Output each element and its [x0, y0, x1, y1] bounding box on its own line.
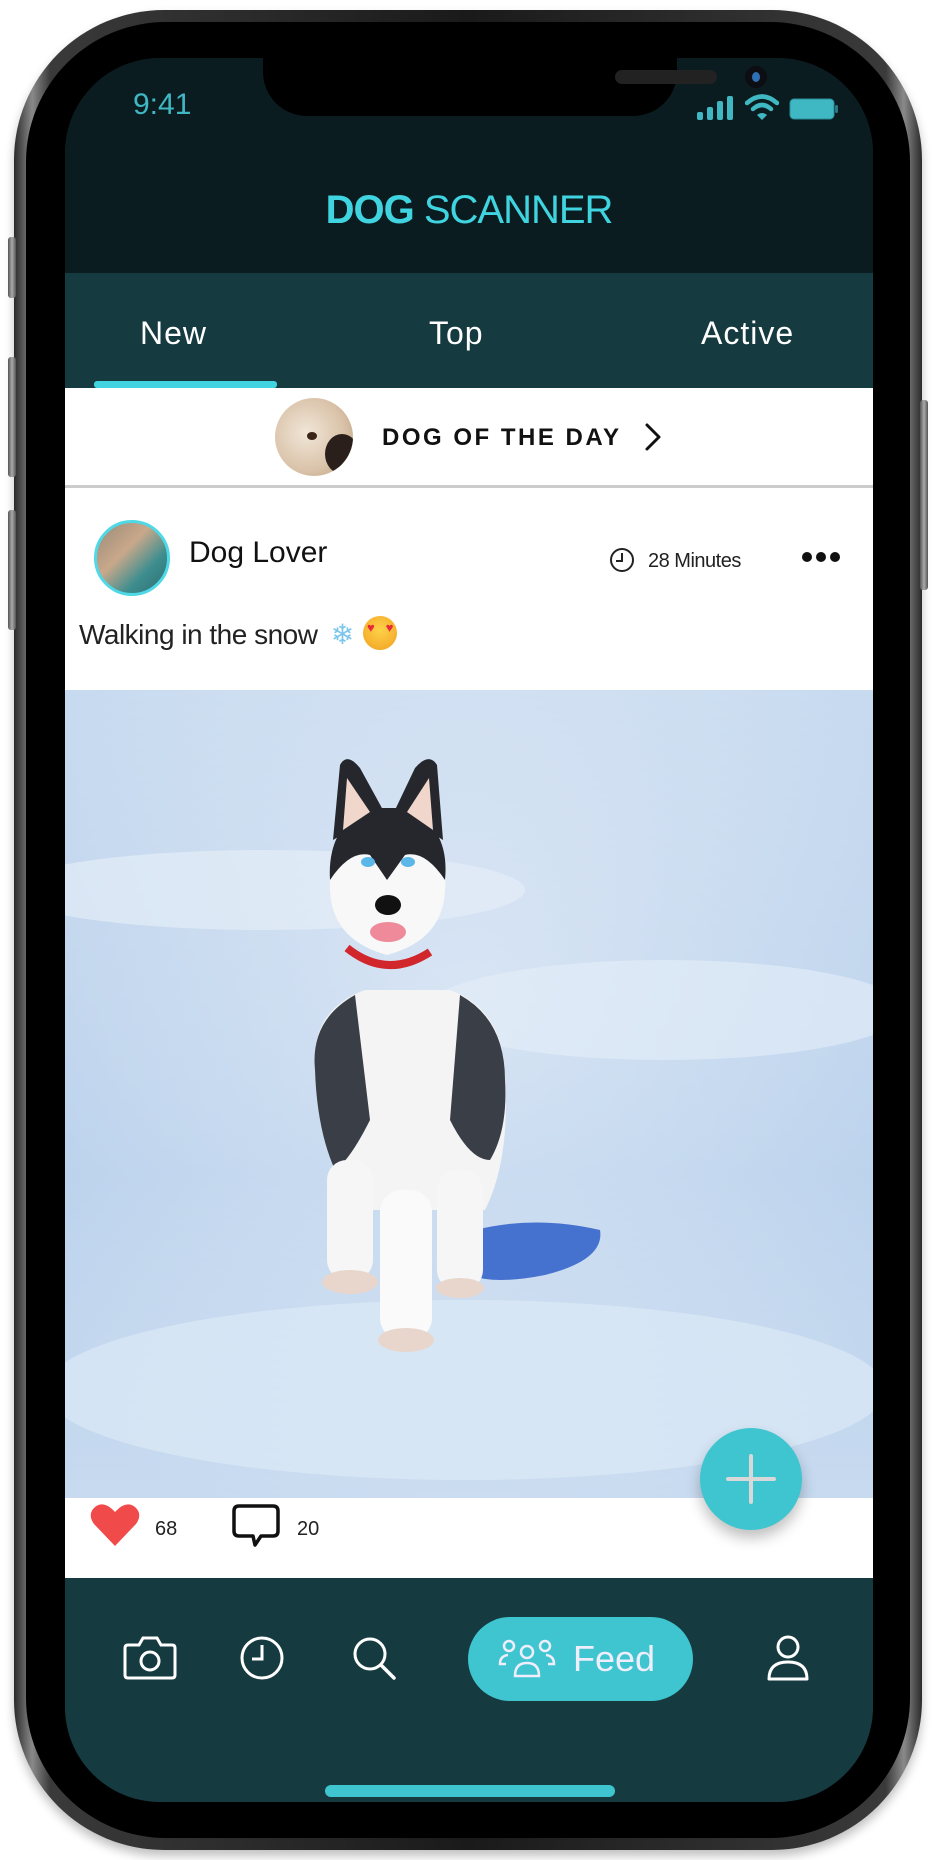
user-icon[interactable]: [765, 1634, 811, 1682]
app-title: DOG SCANNER: [65, 188, 873, 233]
tab-active[interactable]: Active: [701, 315, 794, 352]
husky-puppy-illustration: [65, 690, 873, 1498]
comment-icon[interactable]: [231, 1503, 281, 1549]
wifi-icon: [745, 94, 779, 120]
silent-switch: [8, 237, 16, 298]
active-tab-indicator: [94, 381, 277, 388]
tab-top[interactable]: Top: [429, 315, 484, 352]
add-post-button[interactable]: [700, 1428, 802, 1530]
heart-icon[interactable]: [89, 1502, 141, 1548]
bottom-nav: Feed: [65, 1578, 873, 1802]
camera-icon[interactable]: [122, 1635, 178, 1681]
volume-up-button: [8, 357, 16, 477]
dog-of-the-day-label: DOG OF THE DAY: [382, 424, 622, 451]
search-icon[interactable]: [351, 1635, 397, 1681]
like-count: 68: [155, 1518, 178, 1540]
post-time: 28 Minutes: [648, 550, 741, 572]
heart-eyes-emoji: [363, 616, 397, 650]
tab-new[interactable]: New: [140, 315, 207, 352]
status-time: 9:41: [133, 88, 192, 121]
clock-icon[interactable]: [239, 1635, 285, 1681]
post-username[interactable]: Dog Lover: [189, 536, 327, 570]
dog-of-the-day-banner[interactable]: DOG OF THE DAY: [65, 388, 873, 488]
front-camera: [745, 66, 767, 88]
app-title-bold: DOG: [325, 188, 415, 232]
post-caption: Walking in the snow ❄: [79, 616, 397, 651]
dot-icon: [802, 552, 812, 562]
dot-icon: [816, 552, 826, 562]
group-icon: [498, 1639, 556, 1678]
comment-count: 20: [297, 1518, 320, 1540]
speaker-grille: [615, 70, 717, 84]
phone-screen: 9:41 DOG SCANNER New Top Active DOG OF T…: [65, 58, 873, 1802]
volume-down-button: [8, 510, 16, 630]
nav-feed-button[interactable]: Feed: [468, 1617, 693, 1701]
battery-icon: [789, 98, 838, 120]
chevron-right-icon: [645, 423, 661, 451]
post-photo[interactable]: [65, 690, 873, 1498]
more-options-button[interactable]: [802, 552, 842, 564]
user-avatar[interactable]: [94, 520, 170, 596]
post-card: Dog Lover 28 Minutes Walking in the snow…: [65, 488, 873, 690]
home-indicator[interactable]: [325, 1785, 615, 1797]
clock-icon: [610, 548, 634, 572]
dot-icon: [830, 552, 840, 562]
caption-text: Walking in the snow: [79, 619, 318, 650]
cellular-signal-icon: [697, 96, 733, 120]
nav-feed-label: Feed: [573, 1638, 656, 1679]
feed-tabs: New Top Active: [65, 273, 873, 388]
snowflake-emoji: ❄: [330, 619, 354, 650]
app-title-regular: SCANNER: [413, 188, 614, 232]
notch: [263, 58, 767, 116]
dog-of-the-day-avatar: [275, 398, 353, 476]
power-button: [920, 400, 928, 590]
